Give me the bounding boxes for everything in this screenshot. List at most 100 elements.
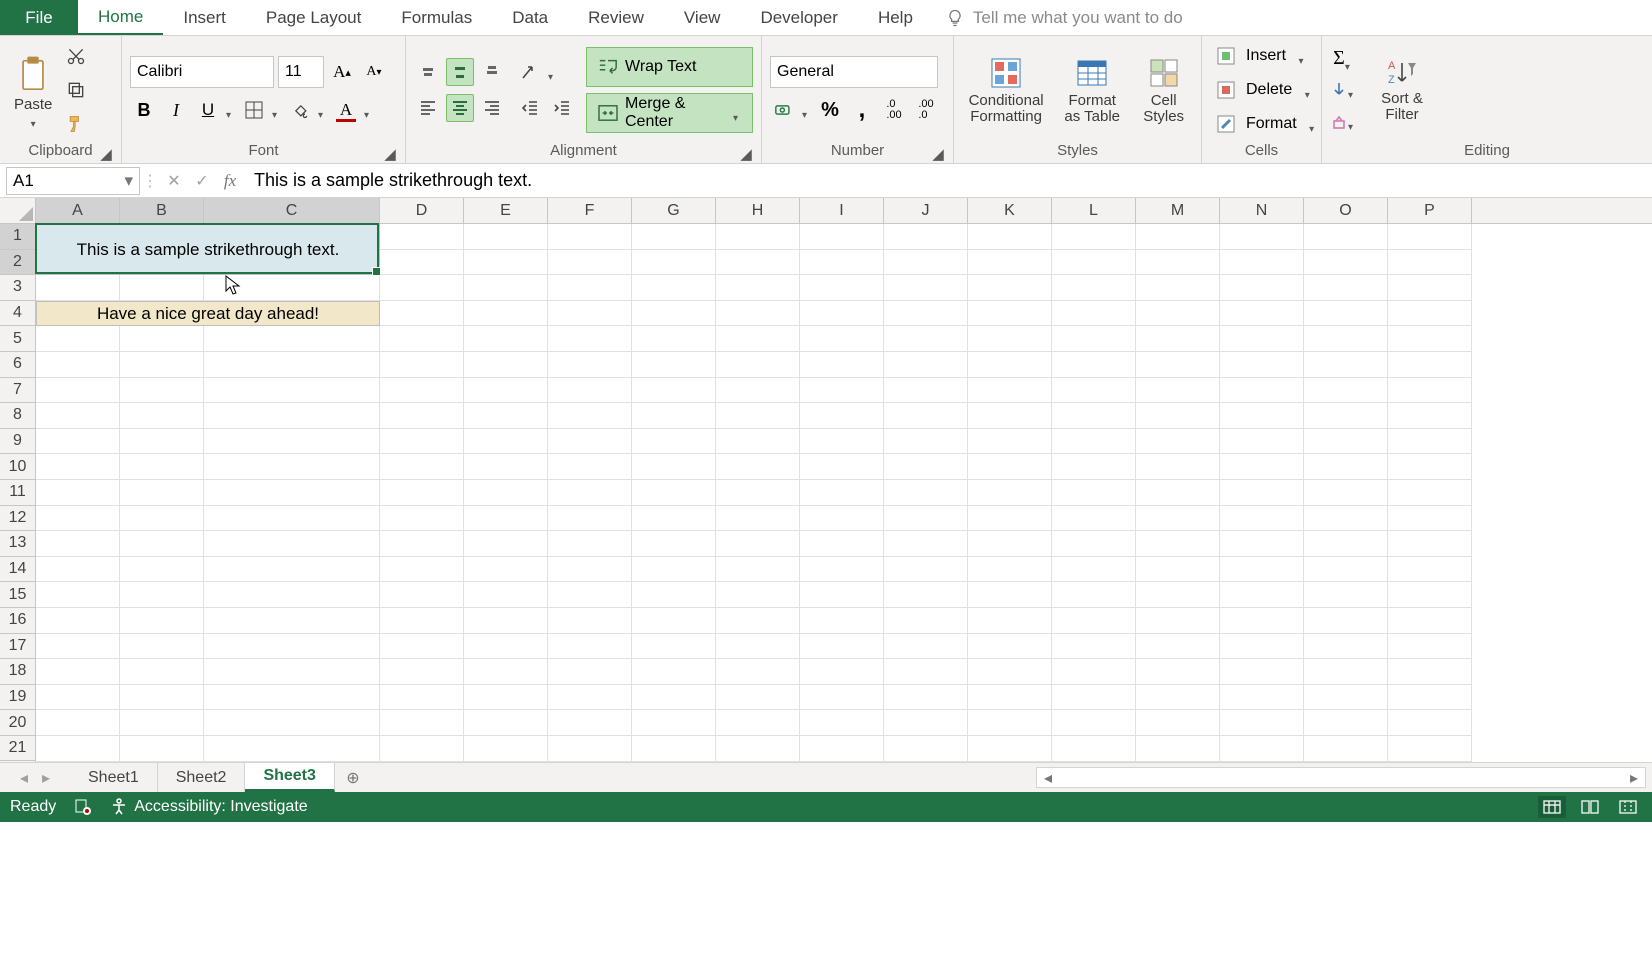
cell[interactable] <box>800 685 884 711</box>
cell[interactable] <box>464 326 548 352</box>
cell[interactable] <box>884 224 968 250</box>
cell[interactable] <box>548 378 632 404</box>
dialog-launcher-icon[interactable]: ◢ <box>99 145 113 159</box>
cell[interactable] <box>548 224 632 250</box>
row-header[interactable]: 4 <box>0 301 35 327</box>
cell[interactable] <box>1052 531 1136 557</box>
font-name-combo[interactable] <box>130 56 274 88</box>
cell[interactable] <box>464 557 548 583</box>
cell[interactable] <box>1220 378 1304 404</box>
cell[interactable] <box>1052 326 1136 352</box>
cell[interactable] <box>1220 403 1304 429</box>
cell[interactable] <box>1052 275 1136 301</box>
row-header[interactable]: 8 <box>0 403 35 429</box>
cell[interactable] <box>1220 326 1304 352</box>
cell[interactable] <box>1052 685 1136 711</box>
cell[interactable] <box>36 275 120 301</box>
cell[interactable] <box>1304 250 1388 276</box>
cell[interactable] <box>36 403 120 429</box>
cell[interactable] <box>1388 224 1472 250</box>
cell[interactable] <box>1388 710 1472 736</box>
cell[interactable] <box>380 685 464 711</box>
cell[interactable] <box>120 608 204 634</box>
cell[interactable] <box>1136 352 1220 378</box>
chevron-down-icon[interactable]: ▾ <box>124 171 133 191</box>
cell[interactable] <box>1304 531 1388 557</box>
cell[interactable] <box>1136 224 1220 250</box>
cell[interactable] <box>632 429 716 455</box>
cell[interactable] <box>1220 710 1304 736</box>
wrap-text-button[interactable]: Wrap Text <box>586 47 753 87</box>
cell[interactable] <box>632 301 716 327</box>
row-header[interactable]: 18 <box>0 659 35 685</box>
borders-button[interactable] <box>240 96 268 124</box>
font-size-combo[interactable] <box>278 56 324 88</box>
cell[interactable] <box>380 582 464 608</box>
cell[interactable] <box>464 736 548 762</box>
cell[interactable] <box>884 582 968 608</box>
cell[interactable] <box>632 531 716 557</box>
cell[interactable] <box>1388 582 1472 608</box>
cell[interactable] <box>380 378 464 404</box>
cell[interactable] <box>120 326 204 352</box>
merged-cell[interactable]: Have a nice great day ahead! <box>36 301 380 327</box>
dialog-launcher-icon[interactable]: ◢ <box>739 145 753 159</box>
row-header[interactable]: 14 <box>0 557 35 583</box>
cell[interactable] <box>1136 659 1220 685</box>
cell[interactable] <box>632 275 716 301</box>
fill-color-button[interactable] <box>286 96 314 124</box>
cell[interactable] <box>464 685 548 711</box>
cell[interactable] <box>1136 634 1220 660</box>
cell[interactable] <box>968 275 1052 301</box>
column-header[interactable]: J <box>884 198 968 223</box>
cell[interactable] <box>1304 685 1388 711</box>
cell[interactable] <box>1304 403 1388 429</box>
delete-cells-button[interactable]: Delete <box>1210 74 1315 106</box>
chevron-down-icon[interactable] <box>802 105 812 115</box>
cell[interactable] <box>716 659 800 685</box>
cell[interactable] <box>464 608 548 634</box>
cell[interactable] <box>716 224 800 250</box>
cell[interactable] <box>1220 224 1304 250</box>
cell[interactable] <box>1220 659 1304 685</box>
cell[interactable] <box>1304 506 1388 532</box>
cell[interactable] <box>1304 582 1388 608</box>
cell[interactable] <box>632 634 716 660</box>
cell[interactable] <box>968 454 1052 480</box>
row-header[interactable]: 21 <box>0 736 35 762</box>
row-header[interactable]: 11 <box>0 480 35 506</box>
cell[interactable] <box>800 582 884 608</box>
cell[interactable] <box>204 352 380 378</box>
cell[interactable] <box>800 378 884 404</box>
comma-button[interactable]: , <box>848 96 876 124</box>
cell[interactable] <box>800 326 884 352</box>
cell[interactable] <box>800 275 884 301</box>
cell[interactable] <box>1304 275 1388 301</box>
cell[interactable] <box>464 582 548 608</box>
cell[interactable] <box>548 582 632 608</box>
cell[interactable] <box>1388 454 1472 480</box>
cell[interactable] <box>1388 301 1472 327</box>
cell[interactable] <box>716 352 800 378</box>
cell[interactable] <box>1136 301 1220 327</box>
column-header[interactable]: L <box>1052 198 1136 223</box>
column-header[interactable]: G <box>632 198 716 223</box>
cell[interactable] <box>884 557 968 583</box>
cell[interactable] <box>1304 352 1388 378</box>
cell[interactable] <box>380 224 464 250</box>
cell[interactable] <box>204 582 380 608</box>
cell[interactable] <box>380 506 464 532</box>
cell[interactable] <box>204 634 380 660</box>
cell[interactable] <box>1136 506 1220 532</box>
cell[interactable] <box>464 301 548 327</box>
cell[interactable] <box>120 659 204 685</box>
cell[interactable] <box>1304 454 1388 480</box>
cell[interactable] <box>1220 506 1304 532</box>
cell[interactable] <box>1136 582 1220 608</box>
cell[interactable] <box>632 480 716 506</box>
merge-center-button[interactable]: Merge & Center <box>586 93 753 133</box>
cell[interactable] <box>632 608 716 634</box>
cell[interactable] <box>204 326 380 352</box>
orientation-button[interactable] <box>516 58 544 86</box>
cell[interactable] <box>968 480 1052 506</box>
